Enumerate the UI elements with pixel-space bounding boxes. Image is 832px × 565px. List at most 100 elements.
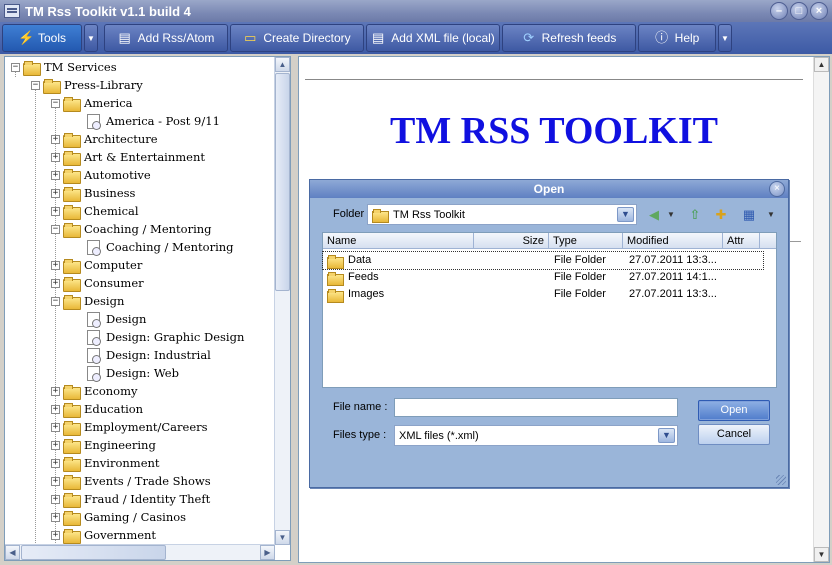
help-dropdown-button[interactable]: ▼ [718, 24, 732, 52]
chevron-down-icon[interactable]: ▼ [662, 206, 680, 224]
column-type[interactable]: Type [549, 233, 623, 249]
tree-node[interactable]: − Design [51, 292, 124, 310]
scroll-thumb[interactable] [21, 545, 166, 560]
collapse-icon[interactable]: − [51, 98, 60, 108]
column-name[interactable]: Name [323, 233, 474, 249]
tree-node[interactable]: Design: Industrial [87, 346, 211, 364]
chevron-down-icon[interactable]: ▼ [617, 207, 634, 222]
expand-icon[interactable]: + [51, 260, 60, 270]
tree-node[interactable]: + Art & Entertainment [51, 148, 205, 166]
expand-icon[interactable]: + [51, 422, 60, 432]
divider [789, 241, 801, 242]
expand-icon[interactable]: + [51, 404, 60, 414]
close-icon[interactable]: × [810, 2, 828, 20]
expand-icon[interactable]: + [51, 440, 60, 450]
open-button[interactable]: Open [698, 400, 770, 421]
tree-node-root[interactable]: − TM Services [11, 58, 117, 76]
tools-button[interactable]: ⚡ Tools [2, 24, 82, 52]
tree-node-label: Economy [84, 384, 138, 398]
tree-node[interactable]: + Government [51, 526, 156, 544]
collapse-icon[interactable]: − [51, 224, 60, 234]
folder-combo[interactable]: TM Rss Toolkit ▼ [367, 204, 637, 225]
tree-node[interactable]: + Events / Trade Shows [51, 472, 211, 490]
scroll-down-icon[interactable]: ▼ [275, 530, 290, 545]
expand-icon[interactable]: + [51, 278, 60, 288]
column-size[interactable]: Size [474, 233, 549, 249]
expand-icon[interactable]: + [51, 170, 60, 180]
help-button[interactable]: ⓘ Help [638, 24, 716, 52]
expand-icon[interactable]: + [51, 188, 60, 198]
scroll-thumb[interactable] [275, 73, 290, 291]
tree-node[interactable]: + Employment/Careers [51, 418, 208, 436]
scroll-left-icon[interactable]: ◀ [5, 545, 20, 560]
tree-node[interactable]: − Coaching / Mentoring [51, 220, 212, 238]
tree-horizontal-scrollbar[interactable]: ◀ ▶ [5, 544, 275, 560]
tree-node[interactable]: + Engineering [51, 436, 156, 454]
view-menu-icon[interactable]: ▦ [740, 206, 758, 224]
tree-node[interactable]: − America [51, 94, 133, 112]
tree-node[interactable]: Design [87, 310, 146, 328]
tree-node[interactable]: + Architecture [51, 130, 158, 148]
expand-icon[interactable]: + [51, 458, 60, 468]
create-directory-button[interactable]: ▭ Create Directory [230, 24, 364, 52]
expand-icon[interactable]: + [51, 134, 60, 144]
scroll-down-icon[interactable]: ▼ [814, 547, 829, 562]
refresh-feeds-button[interactable]: ⟳ Refresh feeds [502, 24, 636, 52]
collapse-icon[interactable]: − [11, 62, 20, 72]
tree-node-press-library[interactable]: − Press-Library [31, 76, 143, 94]
minimize-icon[interactable]: – [770, 2, 788, 20]
tree-node[interactable]: + Computer [51, 256, 142, 274]
tree-node[interactable]: + Business [51, 184, 135, 202]
cancel-button[interactable]: Cancel [698, 424, 770, 445]
tree-node[interactable]: Coaching / Mentoring [87, 238, 234, 256]
tree-node[interactable]: + Gaming / Casinos [51, 508, 186, 526]
feed-tree[interactable]: − TM Services − Press-Library − America Am… [5, 57, 275, 545]
scroll-up-icon[interactable]: ▲ [275, 57, 290, 72]
tree-node[interactable]: + Chemical [51, 202, 139, 220]
collapse-icon[interactable]: − [31, 80, 40, 90]
tree-node[interactable]: + Education [51, 400, 143, 418]
file-list[interactable]: Name Size Type Modified Attr Data File F… [322, 232, 777, 388]
files-type-combo[interactable]: XML files (*.xml) ▼ [394, 425, 678, 446]
expand-icon[interactable]: + [51, 494, 60, 504]
tree-node[interactable]: Design: Web [87, 364, 179, 382]
tree-node[interactable]: + Consumer [51, 274, 144, 292]
tree-node[interactable]: + Environment [51, 454, 160, 472]
expand-icon[interactable]: + [51, 512, 60, 522]
tree-node[interactable]: America - Post 9/11 [87, 112, 220, 130]
scroll-right-icon[interactable]: ▶ [260, 545, 275, 560]
tree-node[interactable]: + Economy [51, 382, 138, 400]
expand-icon[interactable]: + [51, 476, 60, 486]
expand-icon[interactable]: + [51, 206, 60, 216]
add-xml-button[interactable]: ▤ Add XML file (local) [366, 24, 500, 52]
file-row[interactable]: Data File Folder 27.07.2011 13:3... [322, 251, 764, 270]
column-attr[interactable]: Attr [723, 233, 760, 249]
expand-icon[interactable]: + [51, 386, 60, 396]
feed-document-icon [87, 113, 101, 130]
back-icon[interactable]: ◀ [645, 206, 663, 224]
expand-icon[interactable]: + [51, 152, 60, 162]
add-rss-button[interactable]: ▤ Add Rss/Atom [104, 24, 228, 52]
scroll-up-icon[interactable]: ▲ [814, 57, 829, 72]
tree-node-label: Design [106, 312, 147, 326]
maximize-icon[interactable]: □ [790, 2, 808, 20]
preview-vertical-scrollbar[interactable]: ▲ ▼ [813, 57, 829, 562]
file-row[interactable]: Feeds File Folder 27.07.2011 14:1... [323, 269, 763, 286]
chevron-down-icon[interactable]: ▼ [762, 206, 780, 224]
tree-vertical-scrollbar[interactable]: ▲ ▼ [274, 57, 290, 545]
close-icon[interactable]: × [769, 181, 785, 197]
column-modified[interactable]: Modified [623, 233, 723, 249]
file-name-input[interactable] [394, 398, 678, 417]
resize-grip-icon[interactable] [776, 475, 786, 485]
expand-icon[interactable]: + [51, 530, 60, 540]
tree-node[interactable]: + Fraud / Identity Theft [51, 490, 210, 508]
tree-node[interactable]: + Automotive [51, 166, 151, 184]
pane-splitter[interactable] [292, 56, 297, 563]
chevron-down-icon[interactable]: ▼ [658, 428, 675, 443]
collapse-icon[interactable]: − [51, 296, 60, 306]
up-folder-icon[interactable]: ⇧ [686, 206, 704, 224]
tree-node[interactable]: Design: Graphic Design [87, 328, 244, 346]
new-folder-icon[interactable]: ✚ [712, 206, 730, 224]
tools-dropdown-button[interactable]: ▼ [84, 24, 98, 52]
file-row[interactable]: Images File Folder 27.07.2011 13:3... [323, 286, 763, 303]
